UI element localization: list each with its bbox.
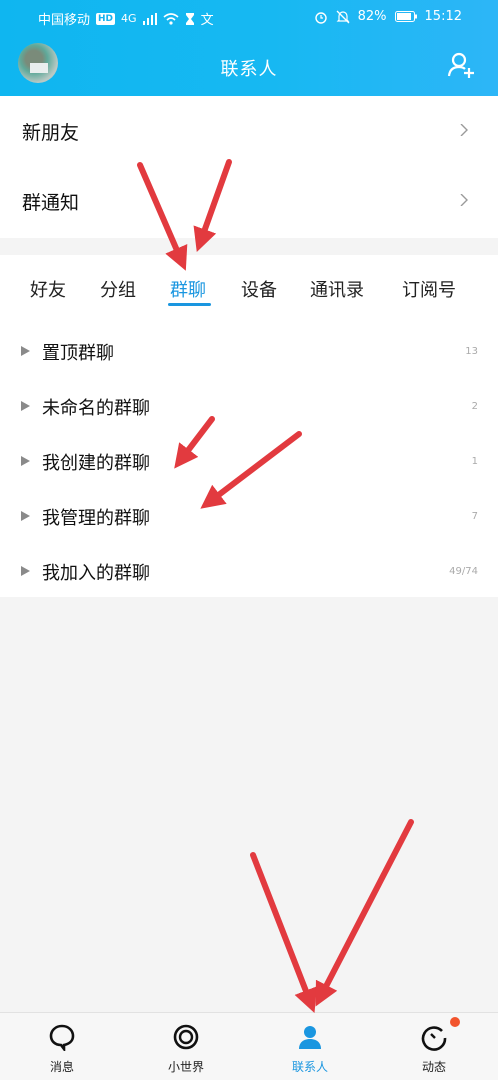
tab-group-chats[interactable]: 群聊 — [170, 276, 206, 302]
tab-groups-category[interactable]: 分组 — [100, 276, 136, 302]
list-item[interactable]: 我加入的群聊 49/74 — [0, 543, 498, 598]
active-tab-indicator — [168, 303, 211, 306]
moments-icon — [421, 1026, 447, 1051]
nav-label: 小世界 — [167, 1060, 204, 1074]
group-name: 我管理的群聊 — [42, 508, 150, 529]
input-method-char: 文 — [200, 13, 214, 28]
list-item[interactable]: 置顶群聊 13 — [0, 323, 498, 378]
group-count: 13 — [465, 346, 478, 357]
message-icon — [49, 1024, 75, 1051]
group-count: 49/74 — [449, 566, 478, 577]
notification-dot — [450, 1017, 460, 1027]
tab-address-book[interactable]: 通讯录 — [310, 276, 364, 302]
group-notice-row[interactable]: 群通知 — [0, 166, 498, 236]
group-name: 未命名的群聊 — [42, 398, 150, 419]
expand-triangle-icon — [21, 511, 30, 521]
group-name: 置顶群聊 — [42, 343, 114, 364]
alarm-icon — [314, 11, 327, 24]
add-contact-icon[interactable] — [447, 50, 477, 80]
status-bar: 中国移动 HD 4G 文 82% 15:12 — [0, 0, 498, 34]
nav-label: 动态 — [421, 1060, 446, 1074]
carrier-name: 中国移动 — [38, 13, 91, 28]
contacts-icon — [299, 1026, 321, 1049]
nav-moments[interactable]: 动态 — [372, 1013, 496, 1080]
group-name: 我创建的群聊 — [42, 453, 150, 474]
expand-triangle-icon — [21, 566, 30, 576]
header: 中国移动 HD 4G 文 82% 15:12 联系人 — [0, 0, 498, 96]
group-count: 2 — [471, 401, 478, 412]
nav-small-world[interactable]: 小世界 — [124, 1013, 248, 1080]
nav-messages[interactable]: 消息 — [0, 1013, 124, 1080]
page-title: 联系人 — [220, 59, 278, 80]
group-notice-label: 群通知 — [22, 192, 80, 214]
clock: 15:12 — [424, 9, 462, 24]
expand-triangle-icon — [21, 401, 30, 411]
contact-tabs: 好友 分组 群聊 设备 通讯录 订阅号 — [0, 255, 498, 315]
hd-badge: HD — [96, 12, 116, 25]
small-world-icon — [173, 1024, 199, 1050]
wifi-icon — [163, 12, 179, 25]
tab-friends[interactable]: 好友 — [30, 276, 66, 302]
new-friends-row[interactable]: 新朋友 — [0, 96, 498, 166]
entry-list: 新朋友 群通知 — [0, 96, 498, 238]
nav-contacts[interactable]: 联系人 — [248, 1013, 372, 1080]
mute-icon — [336, 10, 350, 23]
chevron-right-icon — [460, 124, 468, 136]
arrow-6 — [315, 819, 414, 1007]
network-type: 4G — [121, 12, 137, 25]
group-chat-list: 置顶群聊 13 未命名的群聊 2 我创建的群聊 1 我管理的群聊 7 我加入的群… — [0, 315, 498, 597]
signal-icon — [142, 12, 157, 25]
nav-label: 消息 — [49, 1060, 74, 1074]
list-item[interactable]: 我创建的群聊 1 — [0, 433, 498, 488]
group-count: 1 — [471, 456, 478, 467]
group-count: 7 — [471, 511, 478, 522]
expand-triangle-icon — [21, 456, 30, 466]
hourglass-icon — [185, 12, 194, 25]
battery-icon — [394, 11, 417, 22]
list-item[interactable]: 我管理的群聊 7 — [0, 488, 498, 543]
list-item[interactable]: 未命名的群聊 2 — [0, 378, 498, 433]
chevron-right-icon — [460, 194, 468, 206]
tab-devices[interactable]: 设备 — [241, 276, 277, 302]
new-friends-label: 新朋友 — [22, 122, 80, 144]
group-name: 我加入的群聊 — [42, 563, 150, 584]
nav-label: 联系人 — [291, 1060, 328, 1074]
bottom-nav: 消息 小世界 联系人 动态 — [0, 1012, 498, 1080]
battery-percent: 82% — [357, 9, 387, 24]
arrow-5 — [250, 852, 317, 1013]
expand-triangle-icon — [21, 346, 30, 356]
tab-subscriptions[interactable]: 订阅号 — [402, 276, 456, 302]
